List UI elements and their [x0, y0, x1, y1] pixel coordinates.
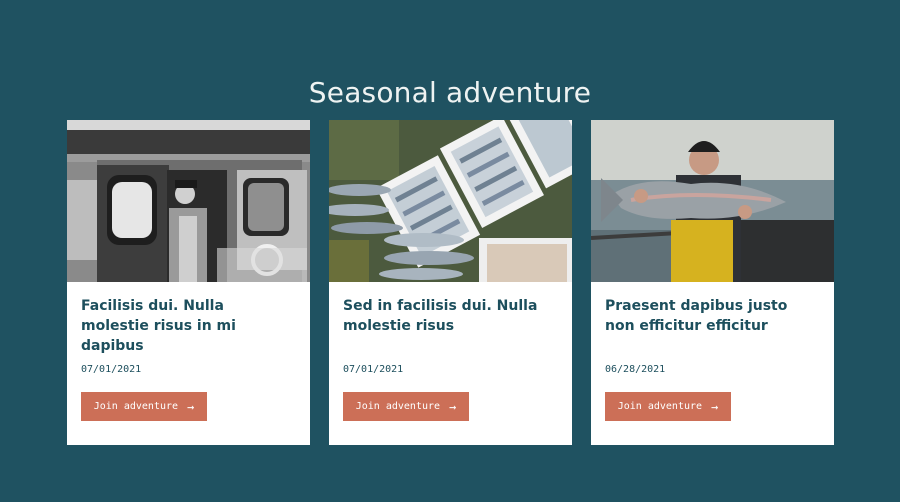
join-adventure-button[interactable]: Join adventure → [343, 392, 469, 421]
card-date: 07/01/2021 [81, 364, 142, 375]
section-title: Seasonal adventure [308, 75, 592, 109]
card-title: Sed in facilisis dui. Nulla molestie ris… [343, 298, 538, 334]
adventure-card: Sed in facilisis dui. Nulla molestie ris… [329, 120, 572, 445]
card-photo-fish-crates [329, 120, 572, 282]
adventure-card-list: Facilisis dui. Nulla molestie risus in m… [67, 120, 835, 445]
join-adventure-button[interactable]: Join adventure → [605, 392, 731, 421]
card-title: Praesent dapibus justo non efficitur eff… [605, 298, 788, 334]
arrow-right-icon: → [187, 399, 195, 414]
arrow-right-icon: → [711, 399, 719, 414]
arrow-right-icon: → [449, 399, 457, 414]
adventure-card: Facilisis dui. Nulla molestie risus in m… [67, 120, 310, 445]
card-photo-fisherman-boat [67, 120, 310, 282]
card-photo-fisherman-salmon [591, 120, 834, 282]
join-adventure-label: Join adventure [93, 401, 179, 412]
join-adventure-label: Join adventure [617, 401, 703, 412]
adventure-card: Praesent dapibus justo non efficitur eff… [591, 120, 834, 445]
join-adventure-button[interactable]: Join adventure → [81, 392, 207, 421]
seasonal-adventure-section: Seasonal adventure Facilisis dui. Nulla … [0, 0, 900, 502]
card-title: Facilisis dui. Nulla molestie risus in m… [81, 298, 236, 354]
join-adventure-label: Join adventure [355, 401, 441, 412]
card-date: 07/01/2021 [343, 364, 404, 375]
card-date: 06/28/2021 [605, 364, 666, 375]
